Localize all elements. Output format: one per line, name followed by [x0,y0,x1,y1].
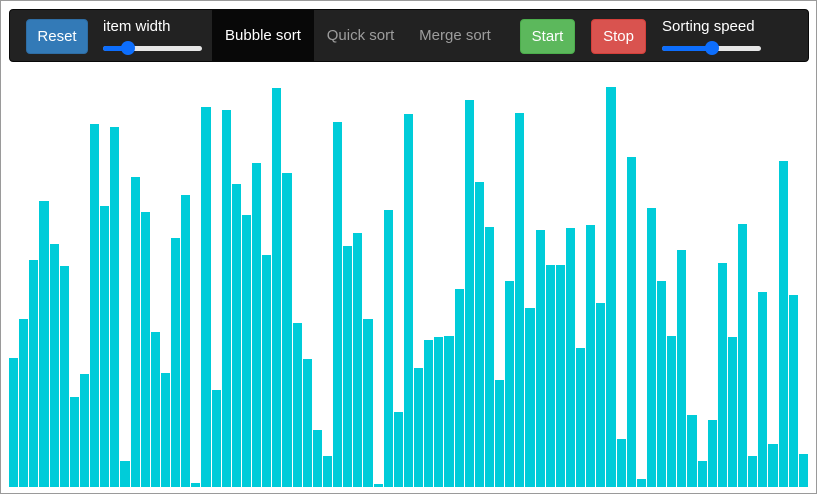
bar [444,336,454,487]
bar [555,265,565,487]
bar [636,479,646,487]
reset-button[interactable]: Reset [26,19,88,54]
bar [576,348,586,487]
bar [606,87,616,487]
tab-merge-sort[interactable]: Merge sort [407,10,503,61]
bar [616,439,626,487]
bars-area [9,67,809,487]
bar [160,373,171,487]
bar [525,308,535,487]
tab-quick-sort[interactable]: Quick sort [314,10,407,61]
bar [798,454,808,487]
bar [667,336,677,487]
bar [69,397,79,487]
bar [201,107,211,487]
bar [788,295,798,487]
bar [505,281,515,487]
bar [383,210,393,487]
bar [292,323,302,487]
bar [677,250,687,487]
bar [707,420,717,487]
bar [29,260,39,487]
bar [110,127,120,487]
bar [697,461,707,487]
bar [322,456,333,487]
bar [363,319,373,487]
bar [272,88,282,487]
bar [333,122,343,487]
bar [474,182,484,487]
sorting-speed-slider[interactable] [662,41,761,55]
bar [49,244,59,487]
bar [565,228,576,487]
bar [171,238,181,487]
bar [758,292,768,487]
bar [59,266,69,487]
bar [646,208,657,487]
bar [252,163,262,487]
item-width-slider[interactable] [103,41,202,55]
bar [657,281,667,487]
bar [191,483,201,487]
bar [9,358,19,487]
bar [302,359,312,487]
bar [738,224,748,487]
bar [687,415,697,487]
bar [282,173,292,487]
bar [484,227,495,487]
app-frame: Reset item width Bubble sort Quick sort … [0,0,817,494]
item-width-label: item width [103,18,171,35]
toolbar: Reset item width Bubble sort Quick sort … [9,9,809,62]
bar [535,230,545,487]
slider-thumb[interactable] [120,41,135,55]
bar [221,110,231,487]
stop-button[interactable]: Stop [591,19,646,54]
bar [727,337,738,487]
bar [768,444,778,487]
tab-bubble-sort[interactable]: Bubble sort [212,10,314,61]
bar [596,303,606,487]
bar [414,368,424,487]
bar [778,161,788,487]
bar [495,380,505,487]
bar [312,430,322,487]
bar [120,461,130,487]
bar [241,215,252,487]
bar [79,374,89,487]
sorting-speed-label: Sorting speed [662,18,755,35]
bar [90,124,100,487]
bar [403,114,414,487]
bar [626,157,636,487]
bar [454,289,464,487]
bar [353,233,363,487]
bar [586,225,596,487]
bar [140,212,150,487]
bar [19,319,29,487]
bar [262,255,272,487]
bar [748,456,758,487]
bar [515,113,525,487]
bar [464,100,474,487]
start-button[interactable]: Start [520,19,575,54]
bar [181,195,191,487]
bar [424,340,434,487]
bar [130,177,140,487]
bar [100,206,110,487]
slider-thumb[interactable] [704,41,719,55]
bar [717,263,727,487]
bar [545,265,555,487]
bar [393,412,403,487]
bar [343,246,353,487]
bar [373,484,383,487]
bar [211,390,221,487]
bar [150,332,160,487]
bar [231,184,241,487]
bar [434,337,444,487]
bar [39,201,49,487]
